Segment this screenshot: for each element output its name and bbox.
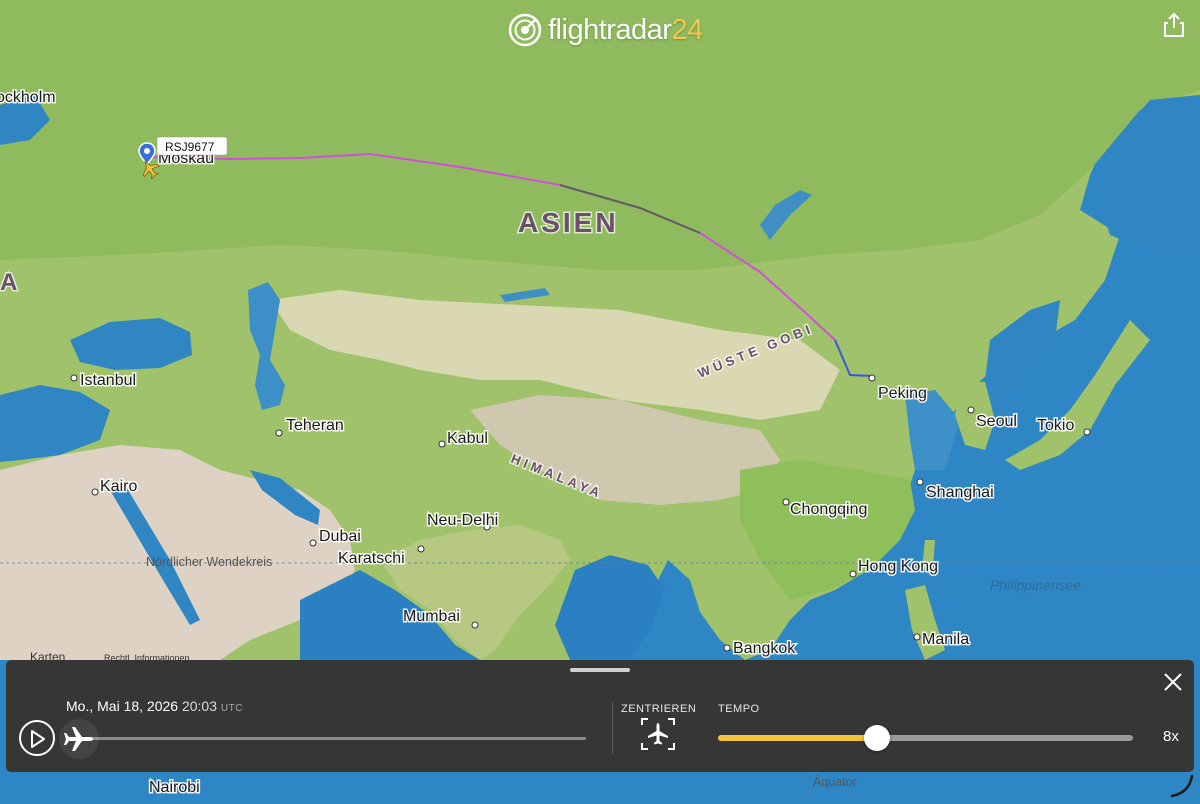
region-label-edge: A — [0, 269, 17, 296]
share-icon — [1164, 12, 1184, 37]
city-label-teheran[interactable]: Teheran — [285, 416, 346, 436]
playback-time: 20:03 — [181, 698, 217, 714]
region-label-philippine-sea: Philippinensee — [990, 577, 1081, 593]
timeline-scrubber[interactable] — [59, 719, 99, 759]
city-label-dubai[interactable]: Dubai — [318, 527, 363, 547]
city-dot — [438, 440, 446, 448]
share-button[interactable] — [1162, 12, 1186, 38]
city-label-neu-delhi[interactable]: Neu-Delhi — [426, 511, 500, 531]
city-label-tokio[interactable]: Tokio — [1036, 416, 1076, 436]
city-dot — [471, 621, 479, 629]
center-aircraft-button[interactable] — [640, 717, 676, 751]
brand-number: 24 — [671, 13, 703, 46]
radar-logo-icon — [508, 13, 542, 47]
center-label: ZENTRIEREN — [621, 703, 697, 715]
corner-indicator-icon — [1170, 774, 1194, 798]
tempo-label: TEMPO — [718, 703, 760, 715]
airplane-icon — [64, 727, 93, 751]
city-label-chongqing[interactable]: Chongqing — [789, 500, 869, 520]
brand-main: flightradar — [548, 13, 672, 46]
city-label-istanbul[interactable]: Istanbul — [79, 371, 138, 391]
center-aircraft-icon — [641, 718, 675, 750]
flightradar24-logo: flightradar24 — [508, 10, 703, 50]
playback-datetime: Mo., Mai 18, 2026 20:03 UTC — [66, 698, 243, 714]
city-dot — [849, 570, 857, 578]
city-label-manila[interactable]: Manila — [921, 630, 971, 650]
flight-callsign-tag[interactable]: RSJ9677 — [156, 136, 228, 156]
close-button[interactable] — [1162, 671, 1184, 693]
city-dot — [967, 406, 975, 414]
city-label-stockholm[interactable]: ockholm — [0, 88, 57, 108]
brand-name: flightradar24 — [548, 14, 703, 47]
region-label-tropic: Nördlicher Wendekreis — [146, 555, 272, 569]
city-label-nairobi[interactable]: Nairobi — [148, 778, 202, 798]
city-label-mumbai[interactable]: Mumbai — [402, 607, 462, 627]
play-button[interactable] — [19, 720, 55, 756]
city-label-karatschi[interactable]: Karatschi — [337, 549, 407, 569]
city-dot — [309, 539, 317, 547]
playback-timezone: UTC — [220, 703, 243, 714]
city-dot — [868, 374, 876, 382]
tempo-slider-fill — [718, 735, 877, 741]
panel-drag-handle[interactable] — [570, 668, 630, 672]
panel-divider — [612, 702, 613, 754]
city-label-kabul[interactable]: Kabul — [446, 429, 490, 449]
city-dot — [1083, 428, 1091, 436]
city-dot — [275, 429, 283, 437]
play-icon — [31, 730, 45, 748]
city-dot — [70, 374, 78, 382]
playback-date: Mo., Mai 18, 2026 — [66, 698, 179, 714]
city-label-seoul[interactable]: Seoul — [975, 412, 1019, 432]
city-label-shanghai[interactable]: Shanghai — [925, 483, 996, 503]
region-label-equator: Äquator — [813, 775, 857, 789]
tempo-speed-value: 8x — [1163, 728, 1179, 745]
city-label-hongkong[interactable]: Hong Kong — [857, 557, 940, 577]
playback-panel: Mo., Mai 18, 2026 20:03 UTC ZENTRIEREN T… — [6, 660, 1194, 772]
city-label-peking[interactable]: Peking — [877, 384, 929, 404]
tempo-slider[interactable] — [718, 725, 1133, 751]
city-dot — [91, 488, 99, 496]
city-dot — [916, 478, 924, 486]
flight-callsign-text: RSJ9677 — [165, 140, 215, 154]
city-dot — [913, 633, 921, 641]
city-dot — [723, 644, 731, 652]
city-dot — [417, 545, 425, 553]
city-label-kairo[interactable]: Kairo — [99, 477, 139, 497]
tempo-slider-knob[interactable] — [863, 725, 890, 751]
timeline-track[interactable] — [76, 737, 586, 740]
region-label-asien: ASIEN — [518, 207, 619, 238]
city-label-bangkok[interactable]: Bangkok — [732, 639, 798, 659]
city-dot — [782, 498, 790, 506]
close-icon — [1164, 673, 1182, 691]
